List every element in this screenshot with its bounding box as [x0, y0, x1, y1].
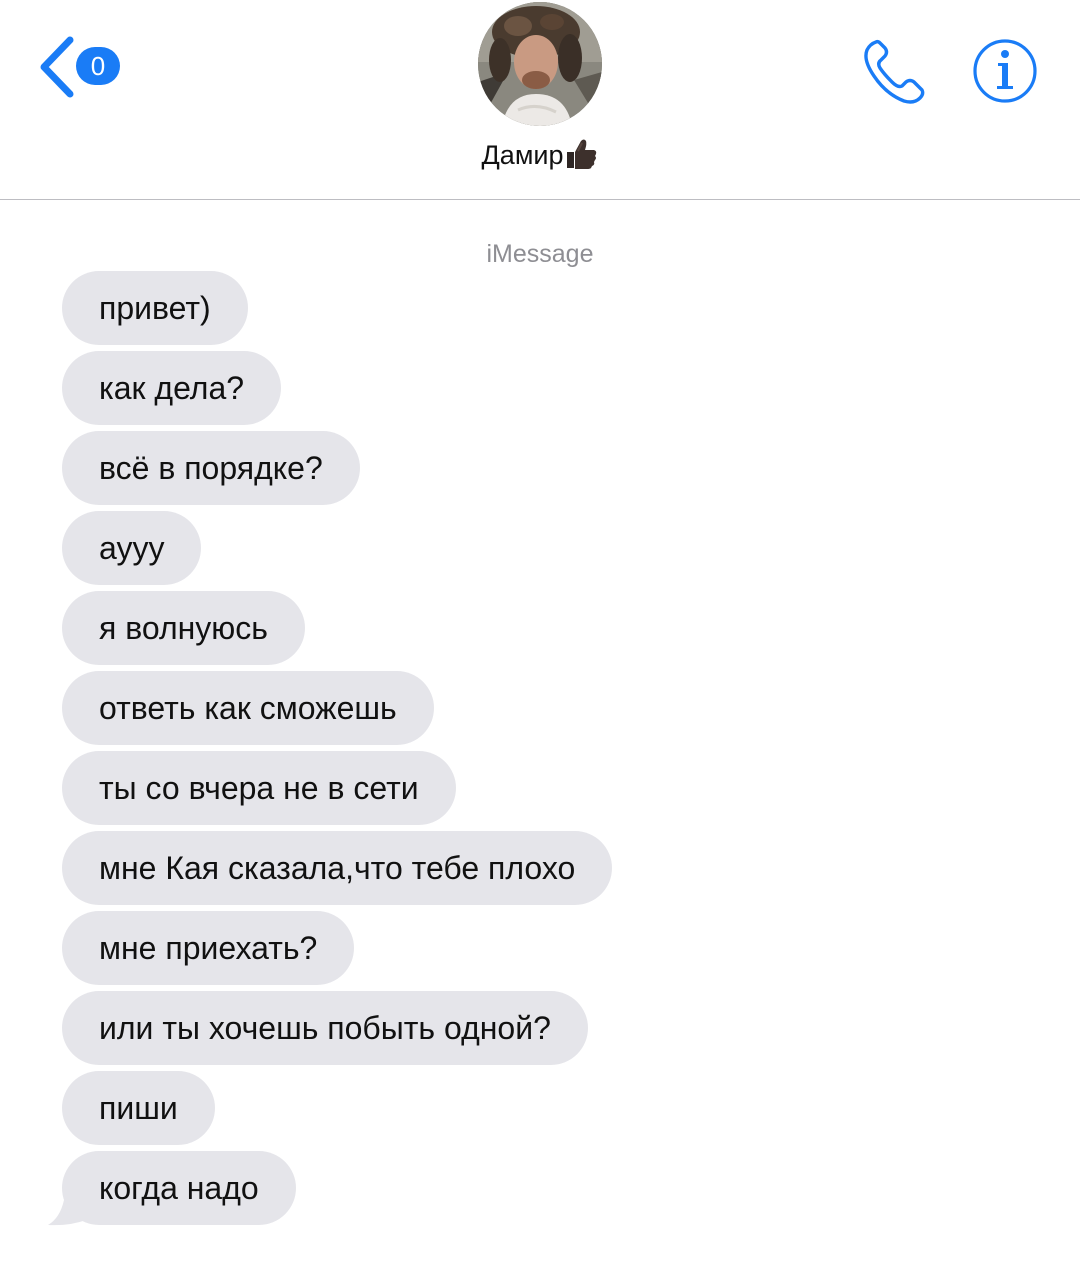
unread-count-badge: 0 — [76, 47, 120, 85]
message-bubble[interactable]: привет) — [62, 271, 248, 345]
message-bubble[interactable]: мне приехать? — [62, 911, 355, 985]
message-bubble[interactable]: мне Кая сказала,что тебе плохо — [62, 831, 613, 905]
avatar[interactable] — [478, 2, 602, 126]
phone-icon — [864, 39, 925, 104]
message-bubble[interactable]: аууу — [62, 511, 202, 585]
message-bubble[interactable]: как дела? — [62, 351, 282, 425]
back-button[interactable]: 0 — [36, 36, 126, 98]
conversation-header: 0 Дамир — [0, 0, 1080, 199]
message-bubble[interactable]: всё в порядке? — [62, 431, 360, 505]
service-label: iMessage — [486, 240, 594, 268]
chevron-left-icon — [40, 36, 74, 98]
call-button[interactable] — [862, 38, 930, 106]
info-icon — [973, 39, 1037, 103]
message-bubble[interactable]: пиши — [62, 1071, 215, 1145]
contact-photo — [478, 2, 602, 126]
message-bubble[interactable]: или ты хочешь побыть одной? — [62, 991, 588, 1065]
info-button[interactable] — [972, 38, 1038, 104]
message-bubble[interactable]: ты со вчера не в сети — [62, 751, 456, 825]
contact-name[interactable]: Дамир — [440, 138, 640, 177]
header-divider — [0, 199, 1080, 200]
message-bubble[interactable]: я волнуюсь — [62, 591, 305, 665]
message-bubble[interactable]: ответь как сможешь — [62, 671, 434, 745]
messages-screen: 0 Дамир iMessage привет) как дела? всё в… — [0, 0, 1080, 1262]
contact-name-text: Дамир — [481, 140, 564, 170]
message-bubble[interactable]: когда надо — [62, 1151, 296, 1225]
thumbs-up-icon — [564, 138, 598, 177]
